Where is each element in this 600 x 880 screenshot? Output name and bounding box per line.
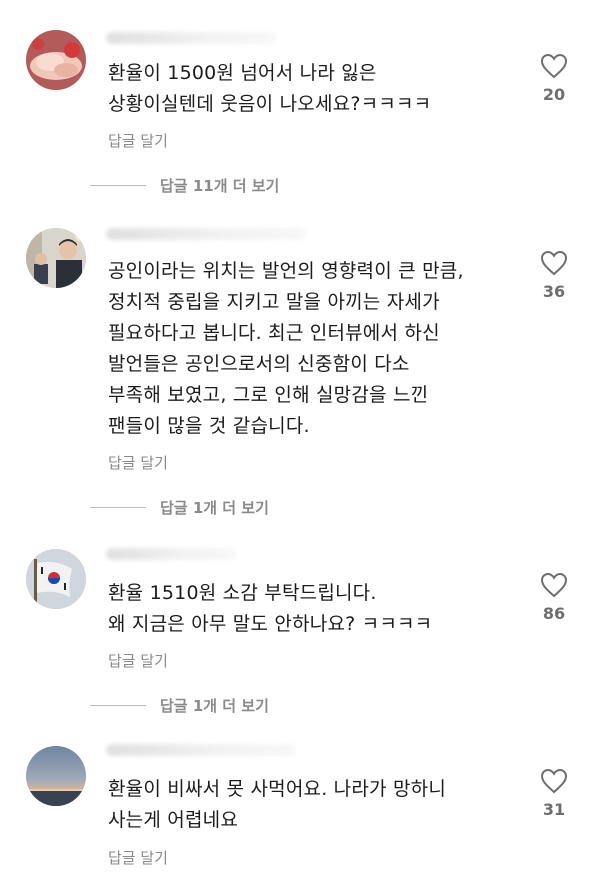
more-replies-label: 답글 1개 더 보기 (160, 499, 269, 517)
more-replies-button[interactable]: 답글 1개 더 보기 (90, 695, 269, 716)
comment-text: 환율 1510원 소감 부탁드립니다. 왜 지금은 아무 말도 안하나요? ㅋㅋ… (108, 582, 433, 635)
hands-avatar-icon[interactable] (26, 30, 86, 90)
username-blurred (106, 228, 306, 240)
heart-icon (540, 250, 568, 276)
heart-icon (540, 768, 568, 794)
divider-line (90, 185, 146, 186)
heart-icon (540, 53, 568, 79)
heart-icon (540, 572, 568, 598)
like-button[interactable]: 20 (532, 53, 576, 104)
reply-button[interactable]: 답글 달기 (108, 650, 168, 671)
like-button[interactable]: 36 (532, 250, 576, 301)
divider-line (90, 507, 146, 508)
comment-text: 공인이라는 위치는 발언의 영향력이 큰 만큼, 정치적 중립을 지키고 말을 … (108, 260, 464, 437)
more-replies-label: 답글 1개 더 보기 (160, 697, 269, 715)
flag-avatar-icon[interactable] (26, 549, 86, 609)
like-count: 31 (542, 800, 566, 819)
comment-text: 환율이 비싸서 못 사먹어요. 나라가 망하니 사는게 어렵네요 (108, 778, 446, 831)
sunset-avatar-icon[interactable] (26, 746, 86, 806)
like-count: 86 (542, 604, 566, 623)
reply-button[interactable]: 답글 달기 (108, 452, 168, 473)
divider-line (90, 705, 146, 706)
more-replies-button[interactable]: 답글 11개 더 보기 (90, 175, 279, 196)
more-replies-button[interactable]: 답글 1개 더 보기 (90, 497, 269, 518)
like-button[interactable]: 86 (532, 572, 576, 623)
username-blurred (106, 32, 276, 44)
reply-button[interactable]: 답글 달기 (108, 847, 168, 868)
more-replies-label: 답글 11개 더 보기 (160, 177, 280, 195)
comment-text: 환율이 1500원 넘어서 나라 잃은 상황이실텐데 웃음이 나오세요?ㅋㅋㅋㅋ (108, 62, 432, 115)
username-blurred (106, 744, 296, 756)
like-count: 20 (542, 85, 566, 104)
like-button[interactable]: 31 (532, 768, 576, 819)
person-avatar-icon[interactable] (26, 228, 86, 288)
like-count: 36 (542, 282, 566, 301)
reply-button[interactable]: 답글 달기 (108, 130, 168, 151)
username-blurred (106, 548, 236, 560)
